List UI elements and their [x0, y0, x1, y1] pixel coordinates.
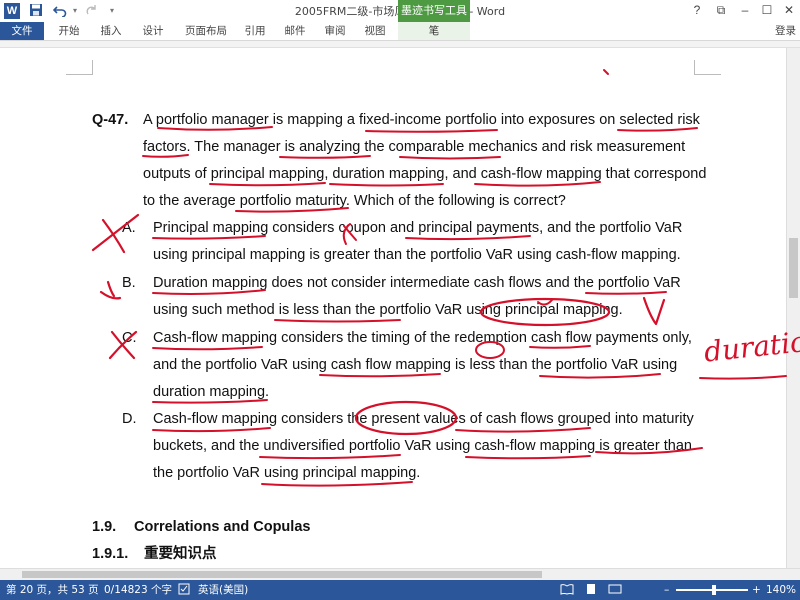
question-number: Q-47.	[92, 112, 129, 128]
ribbon-display-icon[interactable]: ⧉	[712, 2, 730, 18]
status-bar: 第 20 页，共 53 页 0/14823 个字 英语(美国) – + 140%	[0, 580, 800, 600]
section-number: 1.9.	[92, 519, 117, 535]
option-d-line: the portfolio VaR using principal mappin…	[153, 465, 421, 481]
zoom-slider-thumb[interactable]	[712, 585, 716, 595]
tab-file[interactable]: 文件	[0, 22, 44, 40]
option-c-line: duration mapping.	[153, 384, 270, 400]
option-d-label: D.	[122, 411, 137, 427]
close-icon[interactable]: ✕	[780, 2, 798, 18]
word-count-status[interactable]: 0/14823 个字	[104, 580, 172, 600]
maximize-icon[interactable]: ☐	[758, 2, 776, 18]
tab-mailings[interactable]: 邮件	[280, 22, 310, 40]
minimize-icon[interactable]: –	[736, 2, 754, 18]
read-mode-icon[interactable]	[560, 580, 574, 600]
zoom-in-button[interactable]: +	[752, 580, 761, 600]
tab-references[interactable]: 引用	[240, 22, 270, 40]
ribbon-tab-bar: 文件 开始 插入 设计 页面布局 引用 邮件 审阅 视图 笔 登录	[0, 22, 800, 41]
question-stem-line: outputs of principal mapping, duration m…	[143, 166, 707, 182]
option-b-line: using such method is less than the portf…	[153, 302, 623, 318]
option-d-line: buckets, and the undiversified portfolio…	[153, 438, 692, 454]
title-bar: W ▾ ▾ 2005FRM二级-市场风险百题_高云 - Word 墨迹书写工具 …	[0, 0, 800, 22]
option-b-line: Duration mapping does not consider inter…	[153, 275, 681, 291]
language-status[interactable]: 英语(美国)	[198, 580, 248, 600]
zoom-out-button[interactable]: –	[664, 580, 669, 600]
web-layout-icon[interactable]	[608, 580, 622, 600]
margin-corner-mark	[694, 60, 721, 75]
subsection-title: 重要知识点	[144, 546, 217, 562]
option-a-line: Principal mapping considers coupon and p…	[153, 220, 683, 236]
sign-in-link[interactable]: 登录	[775, 22, 796, 40]
vertical-scrollbar[interactable]	[786, 48, 800, 568]
question-stem-line: A portfolio manager is mapping a fixed-i…	[143, 112, 700, 128]
proofing-icon[interactable]	[178, 580, 190, 600]
vertical-scroll-thumb[interactable]	[789, 238, 798, 298]
section-title: Correlations and Copulas	[134, 519, 311, 535]
option-b-label: B.	[122, 275, 136, 291]
horizontal-scroll-thumb[interactable]	[22, 571, 542, 578]
option-d-line: Cash-flow mapping considers the present …	[153, 411, 694, 427]
document-page[interactable]: Q-47. A portfolio manager is mapping a f…	[0, 48, 786, 568]
question-stem-line: to the average portfolio maturity. Which…	[143, 193, 566, 209]
option-c-label: C.	[122, 330, 137, 346]
subsection-number: 1.9.1.	[92, 546, 129, 562]
option-a-line: using principal mapping is greater than …	[153, 247, 681, 263]
tab-insert[interactable]: 插入	[96, 22, 126, 40]
tab-review[interactable]: 审阅	[320, 22, 350, 40]
option-a-label: A.	[122, 220, 136, 236]
option-c-line: and the portfolio VaR using cash flow ma…	[153, 357, 678, 373]
ink-tools-context-label: 墨迹书写工具	[398, 0, 470, 22]
collapsed-ribbon	[0, 41, 800, 48]
print-layout-icon[interactable]	[584, 580, 598, 600]
tab-home[interactable]: 开始	[54, 22, 84, 40]
margin-corner-mark	[66, 60, 93, 75]
tab-design[interactable]: 设计	[138, 22, 168, 40]
tab-page-layout[interactable]: 页面布局	[178, 22, 234, 40]
question-stem-line: factors. The manager is analyzing the co…	[143, 139, 686, 155]
tab-pen[interactable]: 笔	[398, 22, 470, 40]
help-icon[interactable]: ?	[688, 2, 706, 18]
page-count-status[interactable]: 第 20 页，共 53 页	[6, 580, 99, 600]
tab-view[interactable]: 视图	[360, 22, 390, 40]
option-c-line: Cash-flow mapping considers the timing o…	[153, 330, 692, 346]
zoom-level[interactable]: 140%	[766, 580, 796, 600]
